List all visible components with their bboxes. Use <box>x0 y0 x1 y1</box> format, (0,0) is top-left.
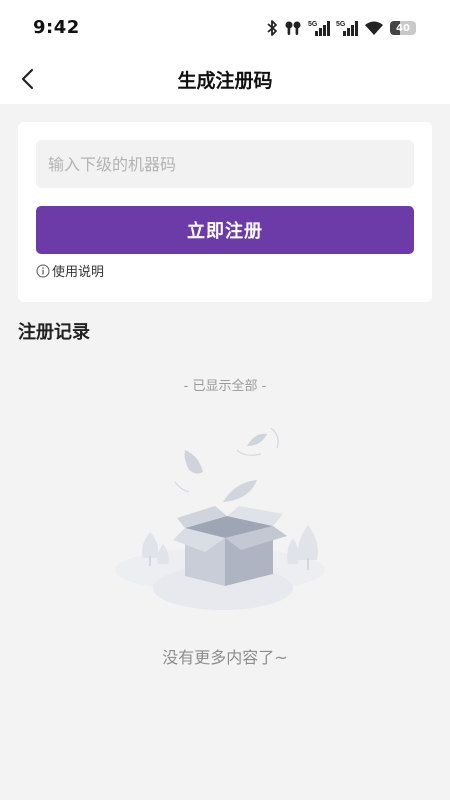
earbuds-icon <box>285 21 301 35</box>
bluetooth-icon <box>267 20 277 36</box>
register-card: 立即注册 使用说明 <box>18 122 432 302</box>
all-shown-text: - 已显示全部 - <box>183 379 267 394</box>
usage-instructions-label: 使用说明 <box>52 265 105 280</box>
wifi-icon <box>365 21 383 35</box>
status-icons: 5G 5G 40 <box>266 18 416 38</box>
usage-instructions-link[interactable]: 使用说明 <box>36 261 104 280</box>
empty-state-text: 没有更多内容了~ <box>162 648 288 667</box>
signal-icon: 5G <box>308 21 330 36</box>
empty-box-icon <box>115 427 325 610</box>
network-type-label: 5G <box>308 21 318 28</box>
battery-level: 40 <box>396 22 410 34</box>
register-now-button[interactable]: 立即注册 <box>36 206 414 254</box>
network-type-label: 5G <box>336 21 346 28</box>
status-time: 9:42 <box>33 17 80 38</box>
page-title: 生成注册码 <box>177 70 273 92</box>
signal-icon: 5G <box>336 21 358 36</box>
nav-bar: 生成注册码 <box>0 56 450 104</box>
battery-icon: 40 <box>390 21 416 35</box>
machine-code-input[interactable] <box>36 140 414 188</box>
records-section-title: 注册记录 <box>18 322 90 343</box>
info-circle-icon <box>36 264 50 277</box>
status-bar: 9:42 5G 5G 40 <box>0 0 450 56</box>
